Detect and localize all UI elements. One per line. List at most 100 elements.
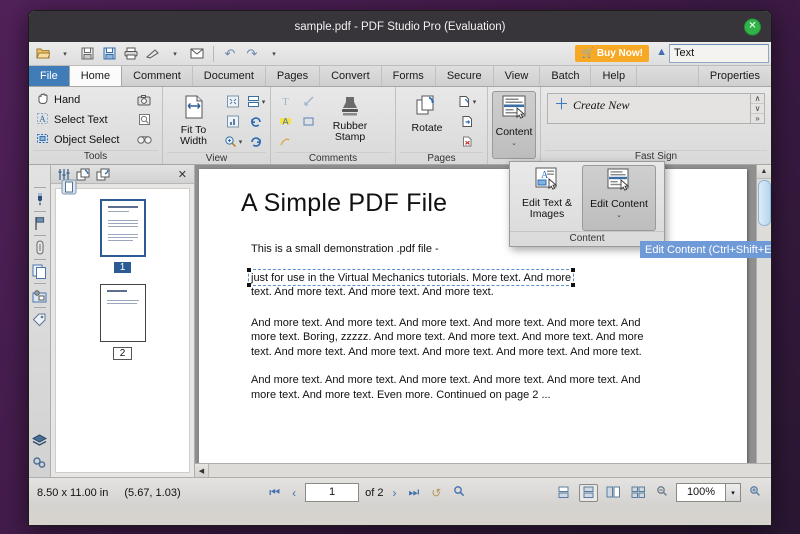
vertical-scrollbar-thumb[interactable] xyxy=(758,180,771,226)
scroll-left-icon[interactable]: ◀ xyxy=(195,464,209,477)
delete-pages-icon[interactable] xyxy=(457,132,477,151)
collapse-ribbon-button[interactable]: ▲ xyxy=(656,46,667,58)
pages-panel-icon[interactable] xyxy=(31,263,49,280)
tab-pages[interactable]: Pages xyxy=(266,66,321,86)
rectangle-icon[interactable] xyxy=(298,112,318,131)
fit-to-width-button[interactable]: Fit To Width xyxy=(167,92,220,149)
history-dropdown[interactable]: ▾ xyxy=(264,44,284,63)
text-box-icon[interactable]: T xyxy=(275,92,295,111)
insert-pages-icon[interactable]: ▾ xyxy=(457,92,477,111)
thumbnail-page-2[interactable] xyxy=(99,284,146,342)
redo-button[interactable]: ↷ xyxy=(242,44,262,63)
pan-and-zoom-icon[interactable] xyxy=(134,130,154,149)
zoom-in-button[interactable] xyxy=(747,485,763,500)
attachments-icon[interactable] xyxy=(31,239,49,256)
stamps-icon[interactable] xyxy=(31,287,49,304)
pencil-icon[interactable] xyxy=(275,132,295,151)
fit-page-icon[interactable] xyxy=(223,92,243,111)
tab-help[interactable]: Help xyxy=(591,66,638,86)
zoom-level-value[interactable]: 100% xyxy=(677,484,725,501)
layers-icon[interactable] xyxy=(31,432,49,449)
scan-button[interactable] xyxy=(143,44,163,63)
first-page-button[interactable]: ⏮ xyxy=(266,485,283,500)
save-as-button[interactable] xyxy=(99,44,119,63)
signatures-icon[interactable] xyxy=(31,191,49,208)
zoom-dropdown-button[interactable]: ▾ xyxy=(725,484,741,501)
email-button[interactable] xyxy=(187,44,207,63)
split-view-icon[interactable]: ▾ xyxy=(246,92,266,111)
rotate-pages-right-icon[interactable] xyxy=(95,167,112,182)
selected-text-object[interactable]: just for use in the Virtual Mechanics tu… xyxy=(247,267,576,287)
thumbnail-page-1[interactable] xyxy=(99,199,146,257)
previous-view-button[interactable]: ↺ xyxy=(428,486,444,500)
scroll-up-icon[interactable]: ∧ xyxy=(751,94,764,104)
next-page-button[interactable]: › xyxy=(389,486,399,500)
bookmarks-icon[interactable] xyxy=(31,215,49,232)
single-page-mode-button[interactable] xyxy=(554,484,573,502)
tab-batch[interactable]: Batch xyxy=(540,66,592,86)
facing-continuous-mode-button[interactable] xyxy=(629,484,648,502)
facing-mode-button[interactable] xyxy=(604,484,623,502)
edit-content-button[interactable]: Edit Content ⌄ xyxy=(582,165,656,231)
previous-page-button[interactable]: ‹ xyxy=(289,486,299,500)
tab-properties[interactable]: Properties xyxy=(697,66,771,86)
vertical-scrollbar[interactable]: ▲ ▼ xyxy=(756,165,771,477)
selection-handle[interactable] xyxy=(247,282,251,287)
buy-now-button[interactable]: 🛒 Buy Now! xyxy=(575,45,649,62)
fit-visible-icon[interactable] xyxy=(223,112,243,131)
links-icon[interactable] xyxy=(31,454,49,471)
scan-dropdown[interactable]: ▾ xyxy=(165,44,185,63)
tab-home[interactable]: Home xyxy=(68,66,123,86)
scroll-down-icon[interactable]: ∨ xyxy=(751,104,764,114)
scroll-up-icon[interactable]: ▲ xyxy=(757,165,771,179)
save-button[interactable] xyxy=(77,44,97,63)
hand-tool-button[interactable]: Hand xyxy=(33,90,131,109)
print-button[interactable] xyxy=(121,44,141,63)
tab-comment[interactable]: Comment xyxy=(122,66,193,86)
arrow-annotation-icon[interactable] xyxy=(298,92,318,111)
loupe-icon[interactable] xyxy=(134,110,154,129)
open-file-dropdown[interactable]: ▾ xyxy=(55,44,75,63)
extract-pages-icon[interactable] xyxy=(457,112,477,131)
fast-sign-list[interactable]: ＋ Create New xyxy=(548,94,750,123)
zoom-level-control[interactable]: 100% ▾ xyxy=(676,483,742,502)
close-thumbnail-panel-button[interactable]: ✕ xyxy=(175,168,190,181)
fast-sign-scrollbar[interactable]: ∧ ∨ » xyxy=(750,94,764,123)
search-text-input[interactable]: Text xyxy=(669,44,769,63)
zoom-out-button[interactable] xyxy=(654,485,670,500)
tab-secure[interactable]: Secure xyxy=(436,66,494,86)
tab-document[interactable]: Document xyxy=(193,66,266,86)
open-file-button[interactable] xyxy=(33,44,53,63)
page-number-input[interactable]: 1 xyxy=(305,483,360,502)
select-text-tool-button[interactable]: A Select Text xyxy=(33,110,131,129)
close-window-button[interactable]: ✕ xyxy=(744,18,761,35)
rotate-view-cw-icon[interactable] xyxy=(246,132,266,151)
tab-file[interactable]: File xyxy=(29,66,69,86)
selection-handle[interactable] xyxy=(247,267,251,272)
snapshot-icon[interactable] xyxy=(134,90,154,109)
selection-handle[interactable] xyxy=(571,267,576,272)
last-page-button[interactable]: ⏭ xyxy=(405,485,422,500)
next-view-button[interactable] xyxy=(450,485,468,500)
object-select-tool-button[interactable]: Object Select xyxy=(33,130,131,149)
edit-text-and-images-button[interactable]: A Edit Text & Images xyxy=(514,165,580,231)
document-viewer[interactable]: A Simple PDF File This is a small demons… xyxy=(195,165,771,477)
content-button[interactable]: Content ⌄ xyxy=(492,91,536,159)
thumbnail-list[interactable]: 1 2 xyxy=(55,188,190,473)
zoom-icon[interactable]: ▾ xyxy=(223,132,243,151)
rotate-view-ccw-icon[interactable] xyxy=(246,112,266,131)
continuous-mode-button[interactable] xyxy=(579,483,599,502)
tab-view[interactable]: View xyxy=(494,66,541,86)
rotate-pages-button[interactable]: Rotate xyxy=(400,92,454,136)
selection-handle[interactable] xyxy=(571,282,576,287)
tab-forms[interactable]: Forms xyxy=(382,66,436,86)
undo-button[interactable]: ↶ xyxy=(220,44,240,63)
horizontal-scrollbar[interactable]: ◀ xyxy=(195,463,771,477)
rubber-stamp-button[interactable]: Rubber Stamp ▾ xyxy=(321,92,379,145)
scroll-expand-icon[interactable]: » xyxy=(751,114,764,123)
highlight-icon[interactable]: A xyxy=(275,112,295,131)
thumbnails-icon[interactable] xyxy=(60,178,78,195)
tags-icon[interactable] xyxy=(31,311,49,328)
tooltip-text: Edit Content (Ctrl+Shift+E) xyxy=(645,243,772,256)
tab-convert[interactable]: Convert xyxy=(320,66,382,86)
